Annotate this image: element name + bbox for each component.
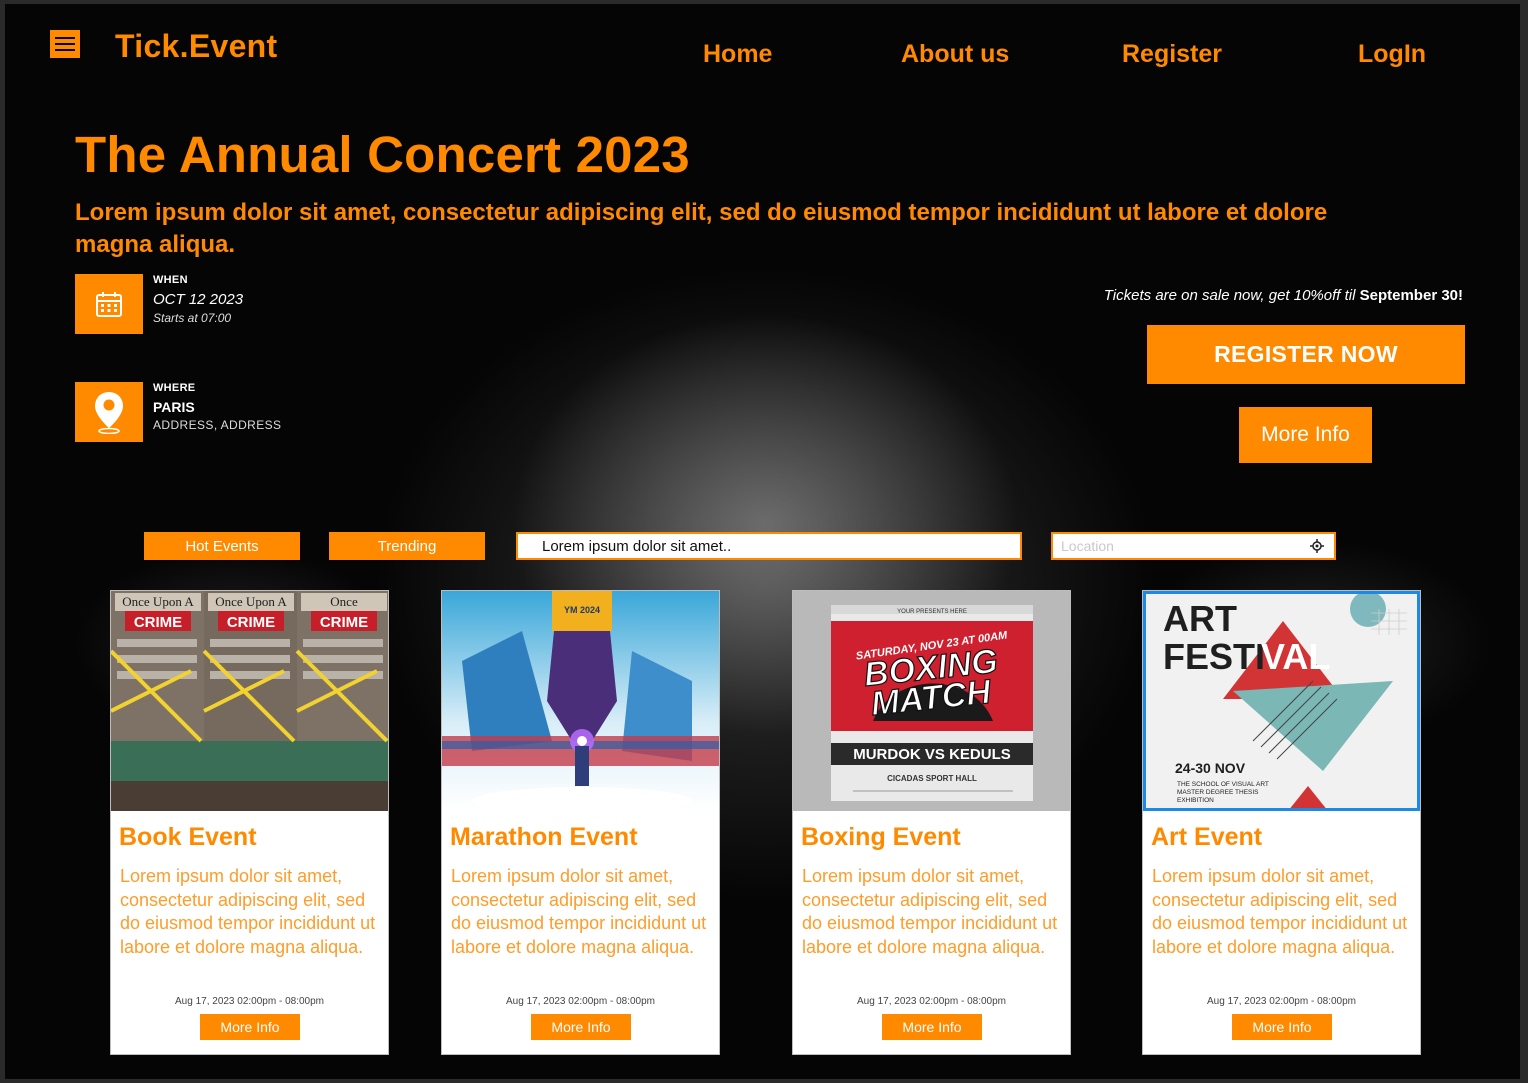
svg-text:MASTER DEGREE THESIS: MASTER DEGREE THESIS [1177, 789, 1259, 796]
when-info: WHEN OCT 12 2023 Starts at 07:00 [153, 274, 243, 325]
event-time: Starts at 07:00 [153, 311, 232, 325]
locate-crosshair-icon[interactable] [1310, 539, 1324, 553]
event-subtitle: Lorem ipsum dolor sit amet, consectetur … [75, 199, 1328, 258]
card-description: Lorem ipsum dolor sit amet, consectetur … [120, 866, 376, 957]
svg-text:CICADAS SPORT HALL: CICADAS SPORT HALL [887, 774, 977, 783]
nav-about-us[interactable]: About us [901, 40, 1009, 69]
card-title: Art Event [1151, 823, 1263, 851]
more-info-button[interactable]: More Info [1239, 407, 1372, 463]
register-now-button[interactable]: REGISTER NOW [1147, 325, 1465, 384]
promo-deadline: September 30! [1359, 287, 1463, 304]
nav-home[interactable]: Home [703, 40, 772, 69]
calendar-icon [75, 274, 143, 334]
event-card-book[interactable]: Once Upon A Once Upon A Once CRIME CRIME C… [110, 590, 389, 1055]
event-card-art[interactable]: ART FESTI VAL 24-30 NOV THE SCHOOL OF VI… [1142, 590, 1421, 1055]
hamburger-menu-icon[interactable] [50, 30, 80, 58]
card-more-info-button[interactable]: More Info [1232, 1014, 1332, 1040]
svg-text:24-30 NOV: 24-30 NOV [1175, 760, 1246, 776]
when-label: WHEN [153, 274, 188, 286]
card-title: Book Event [119, 823, 257, 851]
card-title: Boxing Event [801, 823, 961, 851]
hot-events-button[interactable]: Hot Events [144, 532, 300, 560]
event-card-boxing[interactable]: YOUR PRESENTS HERE SATURDAY, NOV 23 AT 0… [792, 590, 1071, 1055]
card-more-info-button[interactable]: More Info [531, 1014, 631, 1040]
event-city: PARIS [153, 399, 195, 415]
search-input[interactable]: Lorem ipsum dolor sit amet.. [516, 532, 1022, 560]
svg-text:YOUR PRESENTS HERE: YOUR PRESENTS HERE [897, 609, 967, 615]
event-address: ADDRESS, ADDRESS [153, 418, 282, 432]
svg-text:CRIME: CRIME [227, 614, 275, 631]
svg-text:CRIME: CRIME [320, 614, 368, 631]
where-label: WHERE [153, 382, 196, 394]
card-more-info-button[interactable]: More Info [882, 1014, 982, 1040]
page: Tick.Event Home About us Register LogIn … [0, 0, 1528, 1083]
card-title: Marathon Event [450, 823, 638, 851]
nav-login[interactable]: LogIn [1358, 40, 1426, 69]
card-description: Lorem ipsum dolor sit amet, consectetur … [802, 866, 1058, 957]
svg-text:THE SCHOOL OF VISUAL ART: THE SCHOOL OF VISUAL ART [1177, 781, 1269, 788]
svg-text:Once: Once [330, 594, 358, 609]
boxing-event-image: YOUR PRESENTS HERE SATURDAY, NOV 23 AT 0… [793, 591, 1070, 811]
card-date: Aug 17, 2023 02:00pm - 08:00pm [175, 996, 324, 1007]
location-pin-icon [75, 382, 143, 442]
where-info: WHERE PARIS ADDRESS, ADDRESS [153, 382, 281, 432]
marathon-image-text: YM 2024 [564, 605, 600, 615]
nav-register[interactable]: Register [1122, 40, 1222, 69]
card-description: Lorem ipsum dolor sit amet, consectetur … [451, 866, 707, 957]
art-image-text: ART [1163, 598, 1237, 639]
svg-text:VAL: VAL [1261, 636, 1330, 677]
location-placeholder: Location [1061, 538, 1114, 554]
art-event-image: ART FESTI VAL 24-30 NOV THE SCHOOL OF VI… [1143, 591, 1420, 811]
marathon-event-image: YM 2024 [442, 591, 719, 811]
book-event-image: Once Upon A Once Upon A Once CRIME CRIME C… [111, 591, 388, 811]
site-logo[interactable]: Tick.Event [115, 28, 277, 65]
svg-text:FESTI: FESTI [1163, 636, 1265, 677]
card-date: Aug 17, 2023 02:00pm - 08:00pm [506, 996, 655, 1007]
promo-message: Tickets are on sale now, get 10%off til [1103, 287, 1356, 304]
card-date: Aug 17, 2023 02:00pm - 08:00pm [857, 996, 1006, 1007]
svg-text:CRIME: CRIME [134, 614, 182, 631]
svg-text:EXHIBITION: EXHIBITION [1177, 797, 1214, 804]
promo-text: Tickets are on sale now, get 10%off til … [1045, 287, 1463, 304]
event-card-marathon[interactable]: YM 2024 Marathon Event Lorem ipsum dolor… [441, 590, 720, 1055]
event-title: The Annual Concert 2023 [75, 126, 690, 183]
location-input[interactable]: Location [1051, 532, 1336, 560]
svg-text:MURDOK VS KEDULS: MURDOK VS KEDULS [853, 746, 1011, 763]
svg-text:Once Upon A: Once Upon A [215, 594, 287, 609]
card-date: Aug 17, 2023 02:00pm - 08:00pm [1207, 996, 1356, 1007]
event-date: OCT 12 2023 [153, 291, 244, 308]
book-image-text: Once Upon A [122, 594, 194, 609]
card-description: Lorem ipsum dolor sit amet, consectetur … [1152, 866, 1408, 957]
card-more-info-button[interactable]: More Info [200, 1014, 300, 1040]
trending-button[interactable]: Trending [329, 532, 485, 560]
